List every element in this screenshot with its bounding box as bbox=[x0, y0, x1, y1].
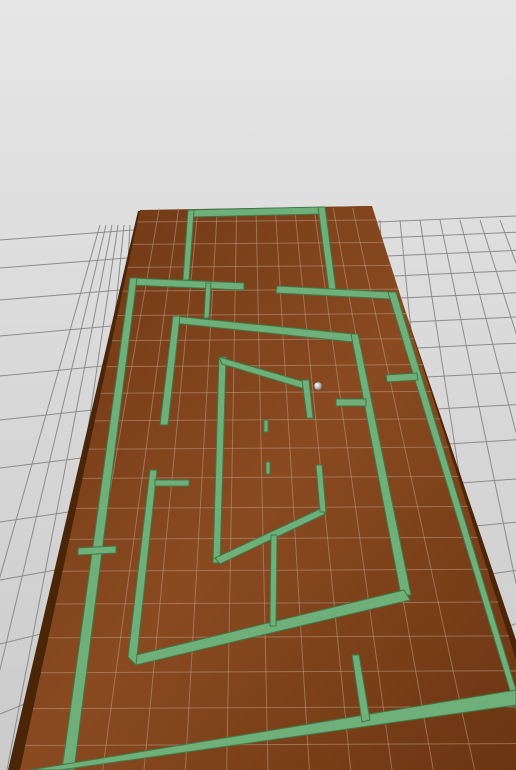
maze-wall bbox=[335, 398, 367, 407]
ball[interactable] bbox=[313, 381, 323, 391]
maze-wall bbox=[269, 534, 278, 627]
maze-post bbox=[263, 419, 269, 433]
maze-wall bbox=[385, 372, 419, 383]
maze-wall bbox=[77, 545, 117, 556]
maze-post bbox=[265, 461, 271, 475]
game-scene[interactable] bbox=[0, 0, 516, 770]
maze-wall bbox=[154, 479, 190, 487]
